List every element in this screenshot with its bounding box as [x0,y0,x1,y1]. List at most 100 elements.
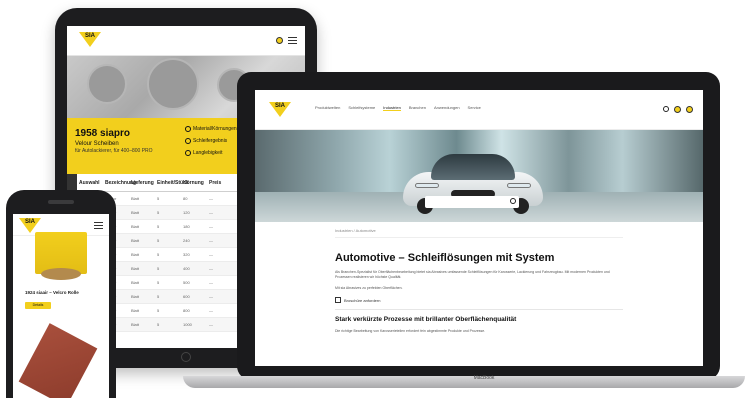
account-icon[interactable] [674,106,681,113]
table-cell: 5 [157,196,160,201]
table-cell: 5 [157,266,160,271]
table-cell: — [209,294,213,299]
site-header: SIA Produktwelten Schleifsysteme Industrie… [255,90,703,130]
search-input[interactable] [425,196,519,208]
page-title: Automotive – Schleiflösungen mit System [335,252,555,264]
nav-item[interactable]: Anwendungen [434,105,460,111]
table-cell: — [209,308,213,313]
check-circle-icon [185,138,191,144]
table-cell: Blatt [131,238,140,243]
phone-screen: SIA 1924 siaair – Velcro Rolle Details [13,214,109,398]
table-cell: 320 [183,252,190,257]
tablet-header: SIA [67,26,305,56]
table-cell: — [209,238,213,243]
product-image[interactable] [35,232,87,280]
nav-item[interactable]: Service [468,105,481,111]
table-cell: 5 [157,238,160,243]
table-cell: 600 [183,294,190,299]
sanding-disc-image [147,58,199,110]
table-cell: 400 [183,266,190,271]
table-cell: 5 [157,322,160,327]
check-circle-icon [185,150,191,156]
main-content: Industrien / Automotive Automotive – Sch… [255,222,703,334]
home-button[interactable] [181,352,191,362]
brochure-checkbox[interactable]: Broschüre anfordern [335,297,623,303]
logo-text: SIA [84,33,95,39]
table-cell: 800 [183,308,190,313]
table-cell: — [209,210,213,215]
sandpaper-image [18,323,98,398]
table-cell: — [209,252,213,257]
laptop-device: SIA Produktwelten Schleifsysteme Industrie… [237,72,720,380]
scene: SIA 1958 siapro Velour Scheiben für Auto… [0,0,747,398]
table-cell: 5 [157,280,160,285]
table-cell: 180 [183,224,190,229]
column-header[interactable]: Lieferung [131,180,154,186]
checkbox-icon[interactable] [335,297,341,303]
table-cell: — [209,196,213,201]
search-icon[interactable] [663,106,669,112]
column-header[interactable]: Preis [209,180,231,186]
intro-paragraph: Als Branchen-Spezialist für Oberflächenb… [335,270,610,279]
table-cell: 5 [157,294,160,299]
laptop-screen: SIA Produktwelten Schleifsysteme Industrie… [255,90,703,366]
table-cell: Blatt [131,224,140,229]
nav-item[interactable]: Branchen [409,105,426,111]
nav-item[interactable]: Industrien [383,105,401,111]
table-cell: Blatt [131,196,140,201]
column-header[interactable]: Auswahl [79,180,101,186]
table-cell: Blatt [131,308,140,313]
table-cell: 500 [183,280,190,285]
logo-text: SIA [24,219,35,225]
feature-item: Material/Körnungen [185,126,237,132]
main-nav: Produktwelten Schleifsysteme Industrien Bra… [315,105,481,111]
table-cell: Blatt [131,294,140,299]
menu-icon[interactable] [94,222,103,229]
table-cell: Blatt [131,280,140,285]
nav-item[interactable]: Schleifsysteme [348,105,375,111]
phone-device: SIA 1924 siaair – Velcro Rolle Details [6,190,116,398]
breadcrumb[interactable]: Industrien / Automotive [335,228,623,238]
table-cell: — [209,322,213,327]
search-icon[interactable] [510,198,516,204]
column-header[interactable]: Bezeichnung [105,180,136,186]
table-cell: Blatt [131,266,140,271]
check-circle-icon [185,126,191,132]
sanding-disc-image [87,64,127,104]
laptop-brand-label: MacBook [473,375,495,381]
table-cell: Blatt [131,210,140,215]
table-cell: — [209,224,213,229]
phone-speaker [48,200,74,204]
logo-text: SIA [274,103,285,109]
table-cell: 120 [183,210,190,215]
sia-logo[interactable]: SIA [19,218,41,233]
hero-image [255,130,703,222]
table-cell: 5 [157,308,160,313]
table-cell: 5 [157,210,160,215]
section-title: Stark verkürzte Prozesse mit brillanter … [335,316,517,323]
table-cell: 240 [183,238,190,243]
table-cell: — [209,266,213,271]
table-cell: Blatt [131,252,140,257]
cart-icon[interactable] [686,106,693,113]
laptop-base [183,376,745,388]
section-paragraph: Die richtige Bearbeitung von Karosseriet… [335,329,486,333]
divider [335,309,623,310]
sia-logo[interactable]: SIA [269,102,291,117]
table-cell: 1000 [183,322,192,327]
table-cell: 80 [183,196,188,201]
feature-item: Schleifergebnis [185,138,227,144]
column-header[interactable]: Körnung [183,180,205,186]
table-cell: 5 [157,224,160,229]
nav-item[interactable]: Produktwelten [315,105,340,111]
table-cell: 5 [157,252,160,257]
sia-logo[interactable]: SIA [79,32,101,47]
details-button[interactable]: Details [25,302,51,309]
column-header[interactable]: Einheit/Stück [157,180,189,186]
table-cell: — [209,280,213,285]
intro-paragraph-2: Mit sia Abrasives zu perfekten Oberfläch… [335,286,403,290]
product-title[interactable]: 1924 siaair – Velcro Rolle [25,290,79,295]
table-cell: Blatt [131,322,140,327]
menu-icon[interactable] [288,37,297,44]
cart-icon[interactable] [276,37,283,44]
